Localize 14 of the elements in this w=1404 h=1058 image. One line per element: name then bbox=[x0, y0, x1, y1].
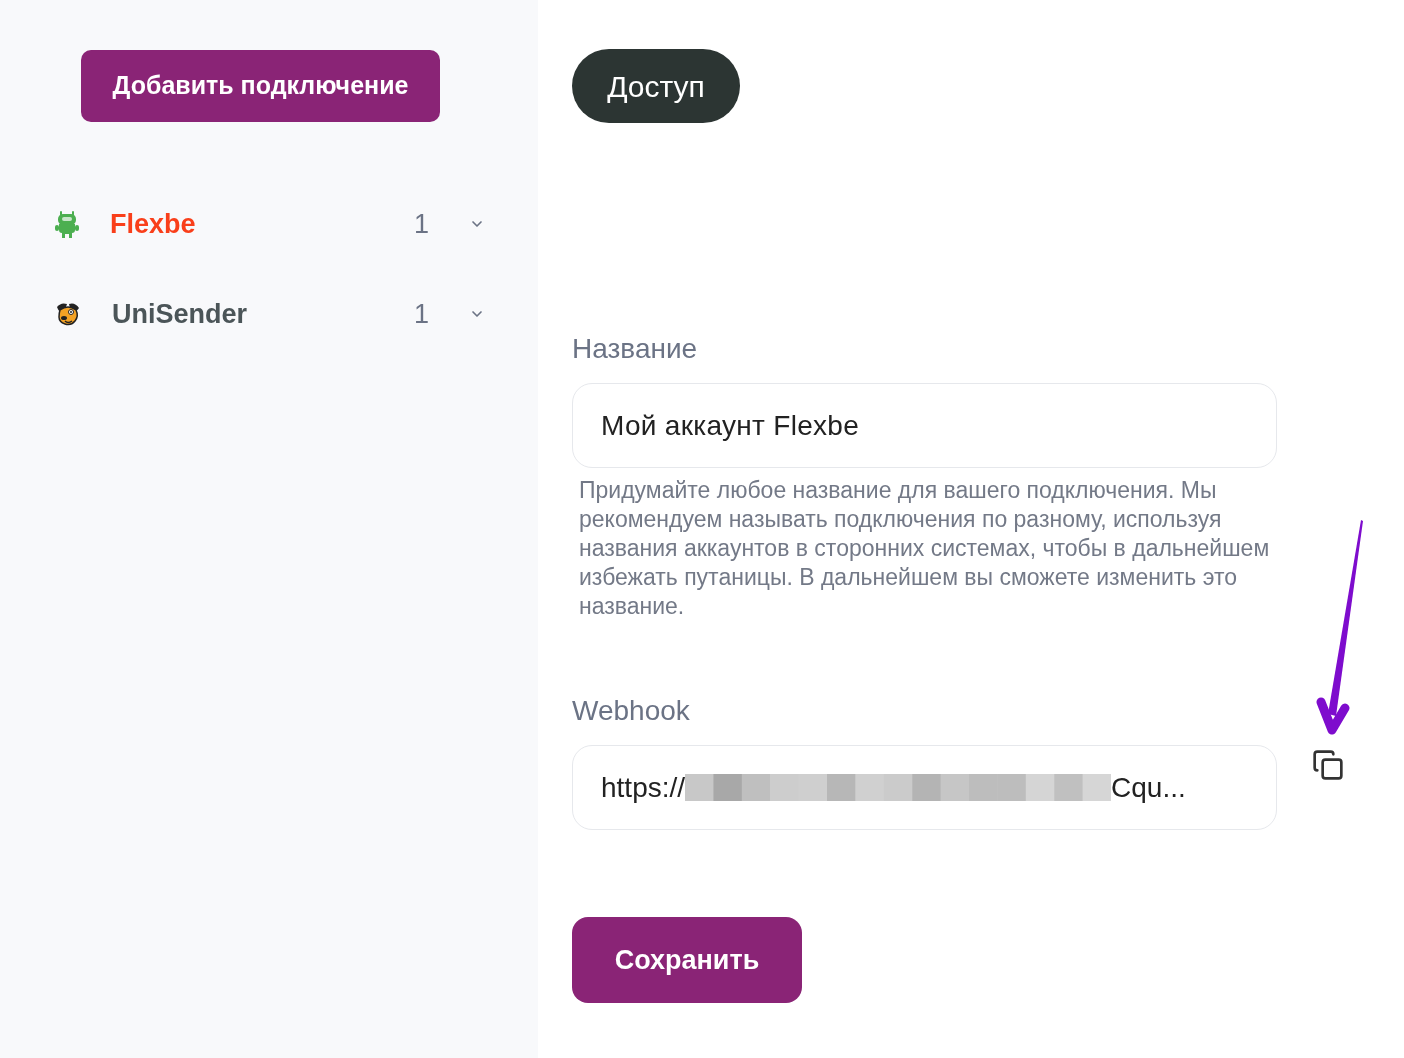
dog-icon bbox=[55, 301, 81, 327]
access-button[interactable]: Доступ bbox=[572, 49, 740, 123]
robot-icon bbox=[55, 209, 79, 239]
webhook-label: Webhook bbox=[572, 695, 690, 727]
name-label: Название bbox=[572, 333, 698, 365]
name-hint: Придумайте любое название для вашего подключения. Мы рекомендуем называть подключения по разному, используя названия аккаунтов в сторонних системах, чтобы в дальнейшем избежать путаницы. В дальнейшем вы сможете изменить это название. bbox=[579, 476, 1271, 621]
add-connection-button[interactable]: Добавить подключение bbox=[81, 50, 440, 122]
connection-count: 1 bbox=[413, 207, 429, 241]
connection-name[interactable]: UniSender bbox=[112, 293, 414, 335]
name-field[interactable]: Мой аккаунт Flexbe bbox=[572, 383, 1277, 468]
copy-icon[interactable] bbox=[1312, 749, 1344, 781]
save-button[interactable]: Сохранить bbox=[572, 917, 802, 1003]
connection-count: 1 bbox=[413, 297, 429, 331]
webhook-field[interactable]: https:// Cqu... bbox=[572, 745, 1277, 830]
